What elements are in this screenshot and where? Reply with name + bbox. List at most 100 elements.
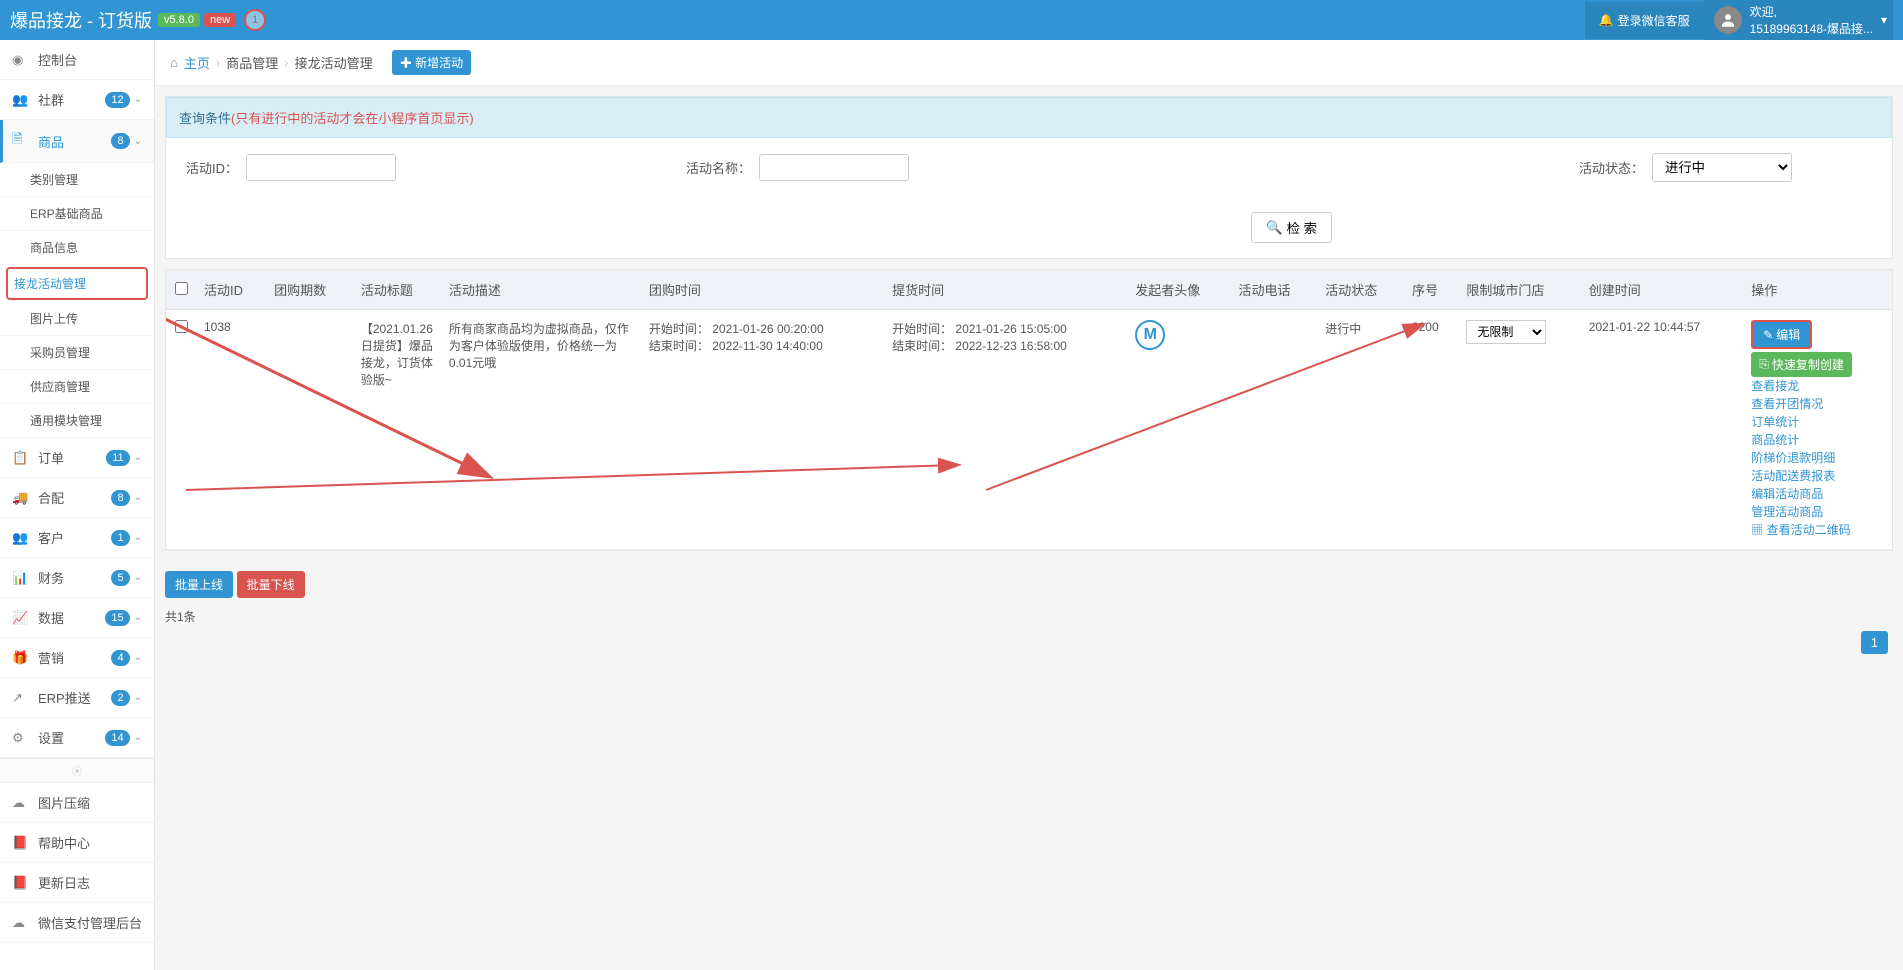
- sidebar-item-order[interactable]: 📋订单11⌄: [0, 438, 154, 478]
- version-badge: v5.8.0: [158, 13, 200, 27]
- sidebar-item-erp-push[interactable]: ↗ERP推送2⌄: [0, 678, 154, 718]
- sidebar-item-customer[interactable]: 👥客户1⌄: [0, 518, 154, 558]
- quick-copy-button[interactable]: ⎘快速复制创建: [1751, 352, 1852, 377]
- chart-icon: 📊: [12, 570, 30, 586]
- chevron-down-icon: ⌄: [134, 572, 142, 583]
- share-icon: ↗: [12, 690, 30, 706]
- sidebar-item-help[interactable]: 📕帮助中心: [0, 823, 154, 863]
- sidebar-item-community[interactable]: 👥社群12⌄: [0, 80, 154, 120]
- list-icon: 📋: [12, 450, 30, 466]
- batch-offline-button[interactable]: 批量下线: [237, 571, 305, 598]
- chevron-down-icon: ⌄: [134, 532, 142, 543]
- copy-icon: ⎘: [1759, 357, 1769, 372]
- edit-button[interactable]: ✎ 编辑: [1751, 320, 1812, 349]
- search-button[interactable]: 🔍 检 索: [1251, 212, 1332, 243]
- user-avatar-icon: [1714, 6, 1742, 34]
- file-icon: 🗎: [12, 130, 30, 152]
- sub-supplier[interactable]: 供应商管理: [0, 370, 154, 404]
- book-icon: 📕: [12, 835, 30, 851]
- activity-status-label: 活动状态：: [1579, 158, 1644, 177]
- sub-activity-manage[interactable]: 接龙活动管理: [6, 267, 148, 300]
- sub-image-upload[interactable]: 图片上传: [0, 302, 154, 336]
- sub-goods-info[interactable]: 商品信息: [0, 231, 154, 265]
- gift-icon: 🎁: [12, 650, 30, 666]
- chevron-down-icon: ⌄: [134, 732, 142, 743]
- app-title: 爆品接龙 - 订货版: [10, 7, 152, 33]
- chevron-down-icon: ⌄: [134, 492, 142, 503]
- sub-purchaser[interactable]: 采购员管理: [0, 336, 154, 370]
- truck-icon: 🚚: [12, 490, 30, 506]
- main-content: ⌂ 主页 › 商品管理 › 接龙活动管理 ✚ 新增活动 查询条件(只有进行中的活…: [155, 40, 1903, 970]
- action-link[interactable]: ▦ 查看活动二维码: [1751, 521, 1884, 539]
- gear-icon: ⚙: [12, 730, 30, 746]
- sidebar-item-dashboard[interactable]: ◉控制台: [0, 40, 154, 80]
- activity-table: 活动ID 团购期数 活动标题 活动描述 团购时间 提货时间 发起者头像 活动电话…: [166, 270, 1892, 550]
- cloud-icon: ☁: [12, 915, 30, 931]
- action-link[interactable]: 活动配送费报表: [1751, 467, 1884, 485]
- action-link[interactable]: 订单统计: [1751, 413, 1884, 431]
- qrcode-icon: ▦: [1751, 523, 1763, 537]
- user-group-icon: 👥: [12, 530, 30, 546]
- sub-category[interactable]: 类别管理: [0, 163, 154, 197]
- new-badge: new: [204, 13, 236, 27]
- sidebar-item-settings[interactable]: ⚙设置14⌄: [0, 718, 154, 758]
- limit-city-select[interactable]: 无限制: [1466, 320, 1546, 344]
- total-count: 共1条: [155, 608, 1903, 635]
- activity-id-input[interactable]: [246, 154, 396, 181]
- breadcrumb-l2: 接龙活动管理: [295, 53, 373, 72]
- pagination: 1: [155, 635, 1903, 665]
- breadcrumb-home[interactable]: 主页: [184, 53, 210, 72]
- batch-online-button[interactable]: 批量上线: [165, 571, 233, 598]
- sidebar: ◉控制台 👥社群12⌄ 🗎商品8⌄ 类别管理 ERP基础商品 商品信息 接龙活动…: [0, 40, 155, 970]
- activity-status-select[interactable]: 进行中: [1652, 153, 1792, 182]
- chevron-down-icon: ⌄: [134, 452, 142, 463]
- sidebar-item-changelog[interactable]: 📕更新日志: [0, 863, 154, 903]
- users-icon: 👥: [12, 92, 30, 108]
- action-link[interactable]: 编辑活动商品: [1751, 485, 1884, 503]
- home-icon: ⌂: [170, 55, 178, 70]
- chevron-down-icon: ⌄: [134, 612, 142, 623]
- user-menu[interactable]: 欢迎, 15189963148-爆品接... ▾: [1704, 0, 1893, 41]
- dashboard-icon: ◉: [12, 52, 30, 68]
- pencil-icon: ✎: [1763, 328, 1773, 342]
- activity-name-label: 活动名称：: [686, 158, 751, 177]
- sidebar-collapse[interactable]: ⦿: [0, 758, 154, 783]
- wx-login-button[interactable]: 🔔 登录微信客服: [1585, 2, 1704, 39]
- sidebar-item-goods[interactable]: 🗎商品8⌄: [0, 120, 154, 163]
- action-link[interactable]: 查看开团情况: [1751, 395, 1884, 413]
- chevron-down-icon: ⌄: [134, 136, 142, 147]
- cloud-icon: ☁: [12, 795, 30, 811]
- top-header: 爆品接龙 - 订货版 v5.8.0 new 1 🔔 登录微信客服 欢迎, 151…: [0, 0, 1903, 40]
- action-link[interactable]: 管理活动商品: [1751, 503, 1884, 521]
- breadcrumb: ⌂ 主页 › 商品管理 › 接龙活动管理 ✚ 新增活动: [155, 40, 1903, 86]
- page-1[interactable]: 1: [1861, 631, 1888, 654]
- sidebar-item-marketing[interactable]: 🎁营销4⌄: [0, 638, 154, 678]
- notification-circle[interactable]: 1: [244, 9, 266, 31]
- bell-icon: 🔔: [1599, 13, 1614, 27]
- select-all-checkbox[interactable]: [175, 282, 188, 295]
- action-link[interactable]: 查看接龙: [1751, 377, 1884, 395]
- search-icon: 🔍: [1266, 220, 1283, 236]
- action-link[interactable]: 商品统计: [1751, 431, 1884, 449]
- table-row: 1038 【2021.01.26日提货】爆品接龙，订货体验版~ 所有商家商品均为…: [166, 310, 1892, 550]
- add-activity-button[interactable]: ✚ 新增活动: [392, 50, 471, 75]
- breadcrumb-l1: 商品管理: [226, 53, 278, 72]
- sidebar-item-distribution[interactable]: 🚚合配8⌄: [0, 478, 154, 518]
- sidebar-item-finance[interactable]: 📊财务5⌄: [0, 558, 154, 598]
- search-form: 活动ID： 活动名称： 活动状态： 进行中 🔍 检 索: [166, 138, 1892, 258]
- sub-erp-goods[interactable]: ERP基础商品: [0, 197, 154, 231]
- sidebar-item-wxpay[interactable]: ☁微信支付管理后台: [0, 903, 154, 943]
- action-link[interactable]: 阶梯价退款明细: [1751, 449, 1884, 467]
- chevron-down-icon: ⌄: [134, 94, 142, 105]
- activity-name-input[interactable]: [759, 154, 909, 181]
- activity-id-label: 活动ID：: [186, 158, 238, 177]
- query-alert: 查询条件(只有进行中的活动才会在小程序首页显示): [166, 97, 1892, 138]
- row-checkbox[interactable]: [175, 320, 188, 333]
- chevron-down-icon: ⌄: [134, 652, 142, 663]
- chevron-down-icon: ⌄: [134, 692, 142, 703]
- initiator-avatar: M: [1135, 320, 1165, 350]
- sidebar-item-image-compress[interactable]: ☁图片压缩: [0, 783, 154, 823]
- sidebar-item-data[interactable]: 📈数据15⌄: [0, 598, 154, 638]
- stats-icon: 📈: [12, 610, 30, 626]
- sub-common-module[interactable]: 通用模块管理: [0, 404, 154, 438]
